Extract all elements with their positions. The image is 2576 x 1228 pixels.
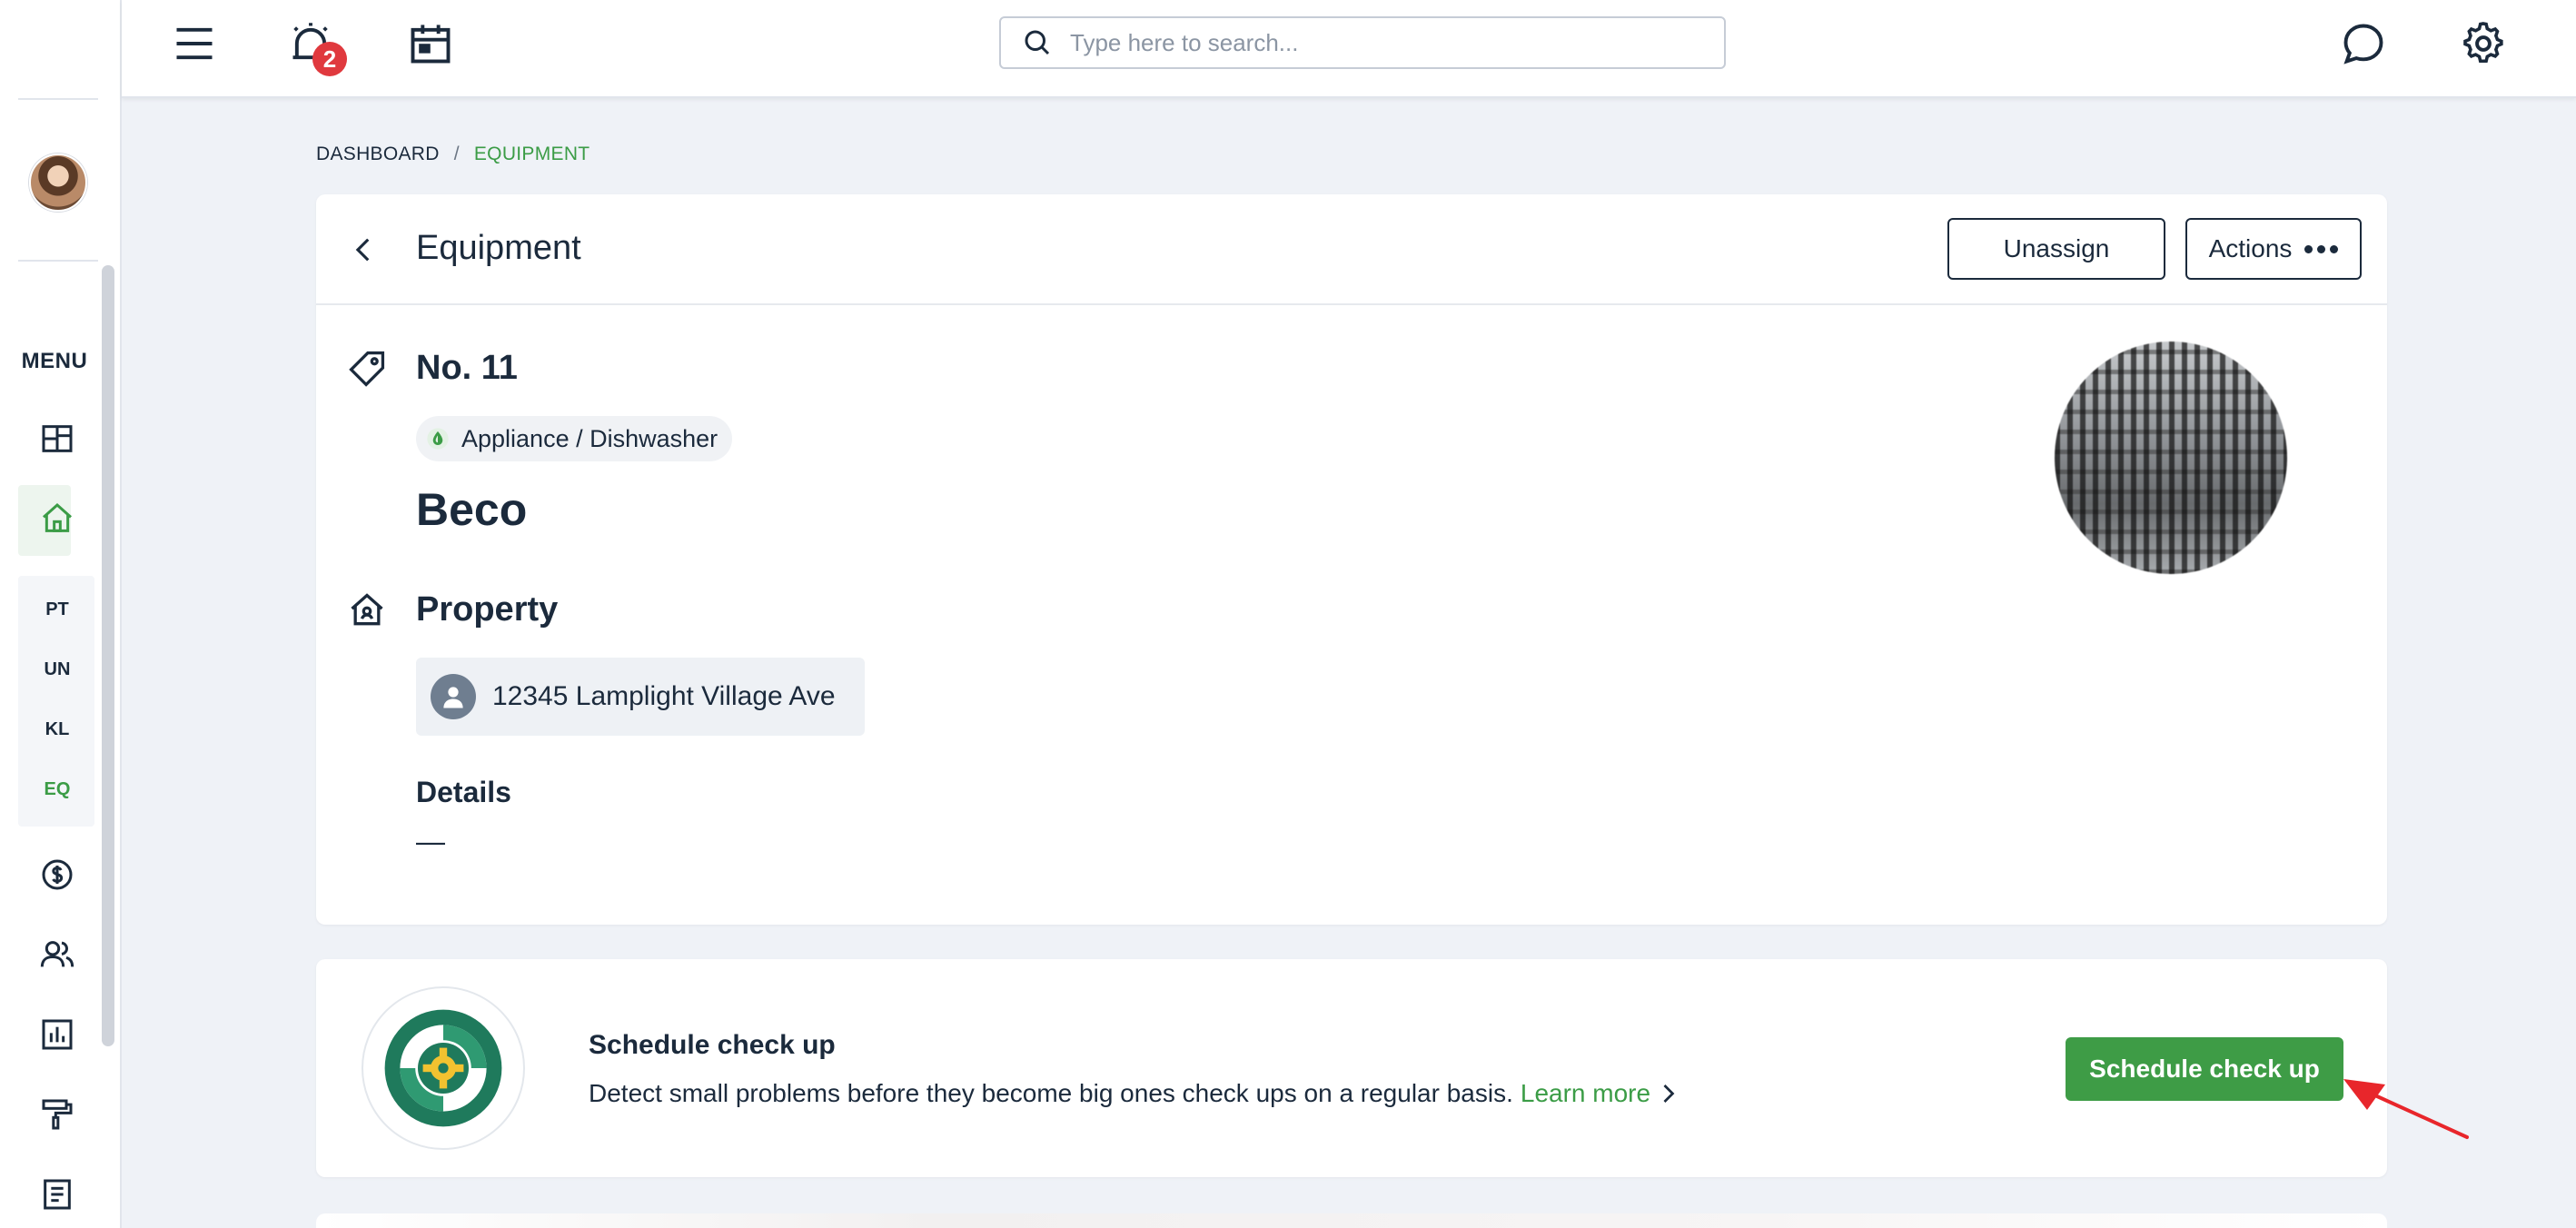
actions-button[interactable]: Actions (2185, 218, 2362, 280)
red-pointer-arrow-icon (2343, 1079, 2469, 1139)
property-avatar (431, 674, 476, 719)
tag-icon (349, 351, 385, 387)
reports-icon[interactable] (36, 1014, 78, 1055)
property-link[interactable]: 12345 Lamplight Village Ave (416, 658, 865, 736)
card-header: Equipment Unassign Actions (316, 194, 2387, 305)
category-label: Appliance / Dishwasher (461, 424, 718, 452)
breadcrumb-equipment: EQUIPMENT (473, 144, 590, 164)
user-avatar[interactable] (29, 154, 87, 212)
equipment-number: No. 11 (416, 349, 518, 387)
breadcrumb: DASHBOARD / EQUIPMENT (316, 144, 590, 165)
document-icon[interactable] (36, 1174, 78, 1215)
users-icon[interactable] (36, 934, 78, 975)
sidebar-item-eq[interactable]: EQ (18, 779, 96, 800)
search-input[interactable] (1070, 28, 1706, 57)
schedule-checkup-button[interactable]: Schedule check up (2066, 1037, 2343, 1101)
back-arrow-icon[interactable] (343, 229, 385, 271)
sidebar-item-pt[interactable]: PT (18, 599, 96, 620)
next-card-edge (316, 1213, 2387, 1228)
sidebar: MENU PT UN KL EQ (0, 0, 122, 1228)
appliance-category-icon (427, 428, 449, 450)
notification-badge: 2 (312, 42, 347, 76)
dollar-icon[interactable] (36, 854, 78, 896)
dashboard-icon[interactable] (36, 418, 78, 460)
sidebar-divider (18, 260, 98, 262)
learn-more-link[interactable]: Learn more (1521, 1079, 1678, 1108)
sidebar-item-kl[interactable]: KL (18, 719, 96, 740)
chevron-right-icon (1663, 1084, 1675, 1103)
paint-roller-icon[interactable] (36, 1094, 78, 1135)
sidebar-scrollbar[interactable] (102, 265, 114, 1046)
schedule-description-row: Detect small problems before they become… (589, 1079, 1678, 1108)
unassign-button[interactable]: Unassign (1947, 218, 2165, 280)
breadcrumb-separator: / (453, 144, 460, 164)
schedule-title: Schedule check up (589, 1030, 836, 1060)
equipment-photo[interactable] (2055, 342, 2287, 574)
chat-icon[interactable] (2338, 18, 2389, 69)
property-house-icon (351, 593, 383, 626)
schedule-checkup-card: Schedule check up Detect small problems … (316, 959, 2387, 1177)
schedule-description: Detect small problems before they become… (589, 1079, 1513, 1107)
category-chip: Appliance / Dishwasher (416, 416, 733, 461)
search-icon (1025, 30, 1050, 55)
page-title: Equipment (416, 229, 581, 267)
actions-label: Actions (2208, 234, 2293, 262)
top-bar: 2 (122, 0, 2576, 98)
sidebar-divider (18, 98, 98, 100)
sidebar-item-un[interactable]: UN (18, 659, 96, 680)
property-address: 12345 Lamplight Village Ave (492, 681, 836, 711)
search-bar[interactable] (999, 16, 1726, 69)
checkup-gear-icon (384, 1009, 502, 1127)
calendar-icon[interactable] (405, 18, 456, 69)
checkup-illustration (362, 986, 525, 1150)
hamburger-menu-icon[interactable] (169, 18, 220, 69)
details-heading: Details (416, 776, 511, 808)
details-value: — (416, 825, 445, 857)
equipment-name: Beco (416, 484, 528, 535)
equipment-card: Equipment Unassign Actions No. 11 Applia… (316, 194, 2387, 925)
menu-label: MENU (21, 349, 88, 373)
settings-gear-icon[interactable] (2458, 18, 2509, 69)
more-dots-icon (2304, 244, 2339, 253)
person-icon (443, 687, 463, 708)
breadcrumb-dashboard[interactable]: DASHBOARD (316, 144, 440, 165)
learn-more-label: Learn more (1520, 1079, 1651, 1107)
property-heading: Property (416, 590, 559, 629)
home-icon[interactable] (36, 498, 78, 540)
